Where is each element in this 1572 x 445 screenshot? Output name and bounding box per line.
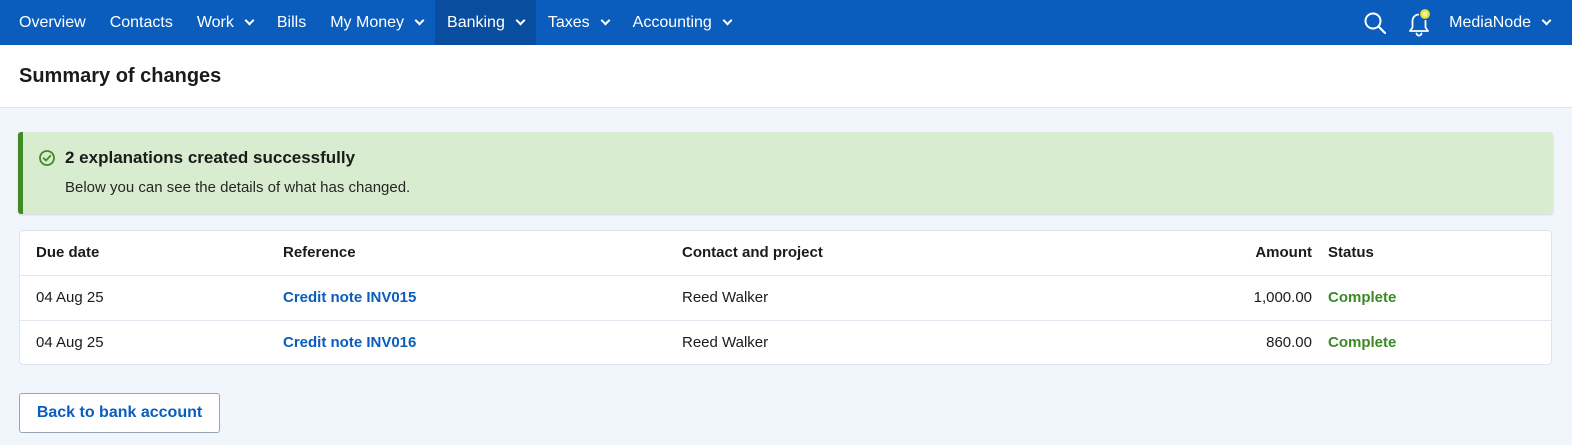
status-badge: Complete	[1328, 334, 1397, 352]
due-date-cell: 04 Aug 25	[20, 319, 283, 364]
nav-item-contacts[interactable]: Contacts	[98, 0, 185, 45]
banner-title: 2 explanations created successfully	[65, 148, 356, 167]
column-header-amount: Amount	[1255, 244, 1312, 262]
column-header-due-date: Due date	[36, 244, 100, 262]
due-date-cell: 04 Aug 25	[20, 274, 283, 320]
amount-cell: 860.00	[1206, 319, 1328, 364]
notifications-button[interactable]	[1397, 0, 1441, 45]
nav-utilities: MediaNode	[1353, 0, 1572, 45]
nav-item-bills[interactable]: Bills	[265, 0, 318, 45]
nav-item-work[interactable]: Work	[185, 0, 265, 45]
column-header-contact: Contact and project	[682, 244, 823, 262]
banner-message: Below you can see the details of what ha…	[65, 179, 411, 196]
nav-item-label: My Money	[330, 13, 405, 31]
status-badge: Complete	[1328, 289, 1397, 306]
nav-item-overview[interactable]: Overview	[0, 0, 98, 45]
check-circle-icon	[39, 150, 55, 166]
changes-table-grid: Due date Reference Contact and project A…	[20, 231, 1551, 364]
nav-item-label: Accounting	[632, 13, 712, 31]
nav-item-label: Taxes	[547, 13, 590, 31]
reference-cell: Credit note INV015	[283, 274, 682, 320]
reference-link[interactable]: Credit note INV016	[283, 334, 416, 351]
nav-item-label: Overview	[19, 13, 86, 31]
nav-item-taxes[interactable]: Taxes	[536, 0, 621, 45]
success-banner: 2 explanations created successfully Belo…	[18, 132, 1553, 214]
nav-item-label: Banking	[447, 13, 505, 31]
reference-link[interactable]: Credit note INV015	[283, 289, 416, 306]
reference-cell: Credit note INV016	[283, 319, 682, 364]
search-button[interactable]	[1353, 0, 1397, 45]
amount-cell: 1,000.00	[1206, 274, 1328, 320]
chevron-down-icon	[722, 15, 733, 26]
column-header-reference: Reference	[283, 244, 356, 262]
bell-icon	[1409, 7, 1432, 37]
chevron-down-icon	[1541, 15, 1552, 26]
chevron-down-icon	[515, 15, 526, 26]
chevron-down-icon	[244, 15, 255, 26]
nav-item-label: Bills	[276, 13, 307, 31]
table-row: 04 Aug 25 Credit note INV016 Reed Walker…	[20, 319, 1551, 364]
organization-menu[interactable]: MediaNode	[1449, 13, 1552, 32]
status-cell: Complete	[1328, 319, 1551, 364]
top-navigation: Overview Contacts Work Bills My Money Ba…	[0, 0, 1572, 45]
contact-cell: Reed Walker	[682, 319, 1206, 364]
nav-item-my-money[interactable]: My Money	[318, 0, 435, 45]
table-header-row: Due date Reference Contact and project A…	[20, 231, 1551, 275]
status-cell: Complete	[1328, 274, 1551, 320]
column-header-status: Status	[1328, 244, 1374, 262]
chevron-down-icon	[600, 15, 611, 26]
nav-item-label: Contacts	[109, 13, 173, 31]
search-icon	[1364, 12, 1387, 34]
organization-name: MediaNode	[1449, 13, 1531, 31]
page-header: Summary of changes	[0, 45, 1572, 108]
chevron-down-icon	[414, 15, 425, 26]
changes-table: Due date Reference Contact and project A…	[19, 230, 1552, 365]
nav-item-accounting[interactable]: Accounting	[621, 0, 743, 45]
back-to-bank-account-button[interactable]: Back to bank account	[19, 393, 220, 433]
nav-menu: Overview Contacts Work Bills My Money Ba…	[0, 0, 743, 45]
nav-item-banking[interactable]: Banking	[435, 0, 536, 45]
table-row: 04 Aug 25 Credit note INV015 Reed Walker…	[20, 274, 1551, 320]
page-title: Summary of changes	[19, 64, 222, 87]
nav-item-label: Work	[196, 13, 234, 31]
contact-cell: Reed Walker	[682, 274, 1206, 320]
